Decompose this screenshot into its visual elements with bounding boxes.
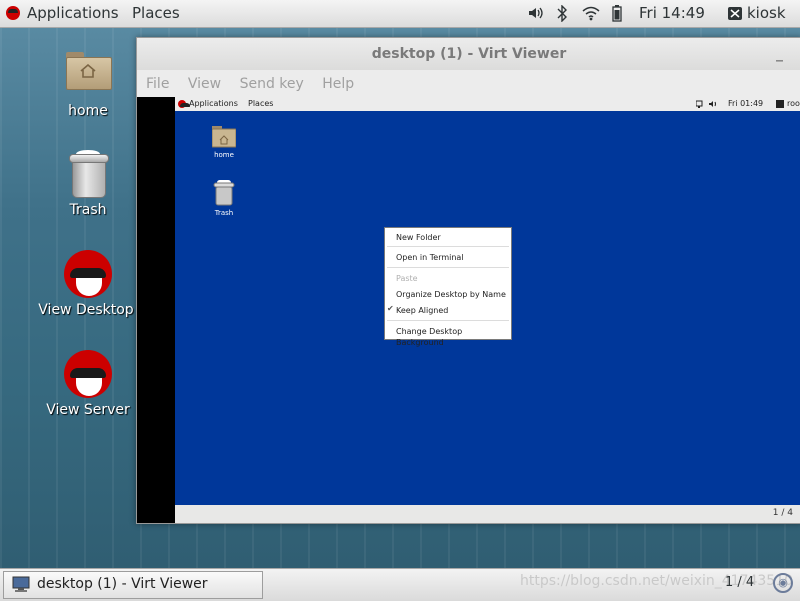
applications-menu[interactable]: Applications <box>27 4 119 22</box>
home-folder-icon <box>211 126 237 148</box>
guest-home-icon[interactable]: home <box>204 126 244 159</box>
window-titlebar[interactable]: desktop (1) - Virt Viewer _ <box>137 38 800 70</box>
guest-user-menu[interactable]: roo <box>787 99 800 108</box>
taskbar-window-button[interactable]: desktop (1) - Virt Viewer <box>3 571 263 599</box>
monitor-icon <box>12 576 30 592</box>
menu-separator <box>387 267 509 268</box>
user-menu[interactable]: kiosk <box>747 4 786 22</box>
home-desktop-icon[interactable]: home <box>40 52 136 119</box>
minimize-button[interactable]: _ <box>776 38 783 70</box>
guest-clock[interactable]: Fri 01:49 <box>728 99 763 108</box>
redhat-icon <box>64 250 112 298</box>
window-title: desktop (1) - Virt Viewer <box>371 46 567 62</box>
redhat-icon <box>64 350 112 398</box>
menubar: File View Send key Help <box>137 70 800 98</box>
wifi-icon[interactable] <box>582 5 600 25</box>
guest-volume-icon[interactable] <box>709 100 718 110</box>
virt-viewer-window[interactable]: desktop (1) - Virt Viewer _ File View Se… <box>136 37 800 524</box>
menu-view[interactable]: View <box>188 70 221 98</box>
guest-home-label: home <box>214 151 234 159</box>
workspace-switcher-icon[interactable]: ◉ <box>773 573 793 593</box>
taskbar-window-label: desktop (1) - Virt Viewer <box>37 576 208 592</box>
guest-screen[interactable]: Applications Places Fri 01:49 roo home T… <box>175 97 800 505</box>
guest-redhat-logo-icon <box>178 100 190 108</box>
guest-trash-label: Trash <box>214 209 234 217</box>
view-server-icon[interactable]: View Server <box>40 350 136 418</box>
bluetooth-icon[interactable] <box>556 4 568 26</box>
menu-open-terminal[interactable]: Open in Terminal <box>396 252 464 263</box>
menu-keep-aligned[interactable]: Keep Aligned <box>396 305 448 316</box>
top-panel: Applications Places Fri 14:49 kiosk <box>0 0 800 28</box>
user-icon <box>728 6 742 24</box>
battery-icon[interactable] <box>612 5 622 26</box>
menu-separator <box>387 246 509 247</box>
redhat-logo-icon <box>6 6 20 20</box>
menu-paste[interactable]: Paste <box>396 273 418 284</box>
menu-help[interactable]: Help <box>322 70 354 98</box>
guest-network-icon[interactable] <box>695 100 704 110</box>
guest-user-icon <box>776 100 784 110</box>
checkmark-icon: ✔ <box>387 304 394 313</box>
guest-top-panel: Applications Places Fri 01:49 roo <box>175 97 800 111</box>
guest-status-bar: 1 / 4 <box>175 505 800 523</box>
trash-icon <box>68 150 109 198</box>
guest-places-menu[interactable]: Places <box>248 99 273 108</box>
guest-trash-icon[interactable]: Trash <box>204 180 244 217</box>
workspace-indicator[interactable]: 1 / 4 <box>725 575 754 590</box>
bottom-taskbar: desktop (1) - Virt Viewer https://blog.c… <box>0 568 800 601</box>
menu-send-key[interactable]: Send key <box>240 70 304 98</box>
trash-icon <box>213 180 235 206</box>
menu-change-background[interactable]: Change Desktop Background <box>396 326 511 347</box>
guest-workspace-indicator[interactable]: 1 / 4 <box>773 508 793 518</box>
menu-organize[interactable]: Organize Desktop by Name <box>396 289 506 300</box>
view-desktop-icon[interactable]: View Desktop <box>38 250 136 318</box>
trash-desktop-icon[interactable]: Trash <box>40 150 136 218</box>
menu-new-folder[interactable]: New Folder <box>396 232 441 243</box>
menu-separator <box>387 320 509 321</box>
volume-icon[interactable] <box>527 5 543 25</box>
places-menu[interactable]: Places <box>132 4 180 22</box>
menu-file[interactable]: File <box>146 70 169 98</box>
view-desktop-label: View Desktop <box>38 302 134 318</box>
context-menu: New Folder Open in Terminal Paste Organi… <box>384 227 512 347</box>
home-label: home <box>68 103 108 119</box>
trash-label: Trash <box>69 202 107 218</box>
guest-applications-menu[interactable]: Applications <box>189 99 238 108</box>
home-folder-icon <box>66 52 112 90</box>
view-server-label: View Server <box>46 402 130 418</box>
clock[interactable]: Fri 14:49 <box>639 4 705 22</box>
guest-display-area[interactable]: Applications Places Fri 01:49 roo home T… <box>137 97 800 523</box>
